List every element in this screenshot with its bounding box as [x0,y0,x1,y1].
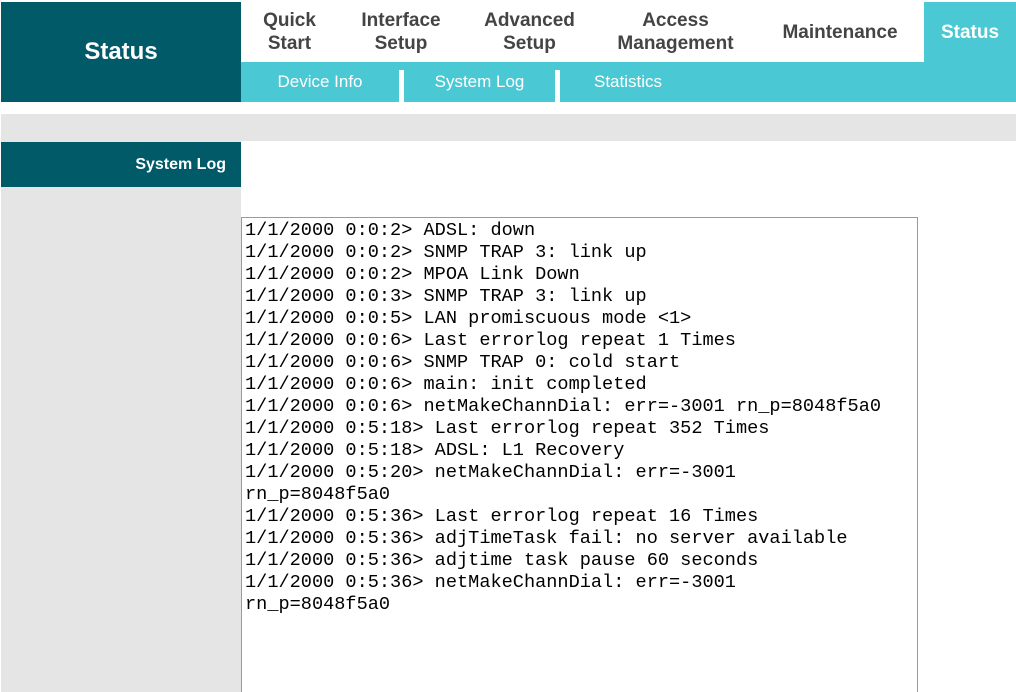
log-line: 1/1/2000 0:0:6> SNMP TRAP 0: cold start [245,352,681,373]
tab-label: Status [940,21,1000,43]
tab-maintenance[interactable]: Maintenance [756,2,924,62]
subtab-statistics[interactable]: Statistics [560,62,696,102]
section-title: Status [1,2,241,102]
log-line: 1/1/2000 0:5:18> ADSL: L1 Recovery [245,440,625,461]
log-line: 1/1/2000 0:0:6> main: init completed [245,374,647,395]
tab-quick-start[interactable]: Quick Start [241,2,338,62]
log-line: 1/1/2000 0:0:2> SNMP TRAP 3: link up [245,242,647,263]
subtab-device-info[interactable]: Device Info [241,62,399,102]
tab-label: Maintenance [782,21,898,43]
tab-status[interactable]: Status [924,2,1016,62]
tab-label: Start [267,33,312,54]
tab-access-management[interactable]: Access Management [595,2,756,62]
log-line: 1/1/2000 0:0:6> netMakeChannDial: err=-3… [245,396,882,417]
log-line: 1/1/2000 0:5:36> adjTimeTask fail: no se… [245,528,848,549]
tab-label: Interface [361,10,441,31]
tab-label: Access [642,10,709,31]
log-line: 1/1/2000 0:5:36> adjtime task pause 60 s… [245,550,759,571]
tab-label: Setup [503,33,556,54]
log-line: 1/1/2000 0:5:18> Last errorlog repeat 35… [245,418,770,439]
tab-label: Advanced [484,10,575,31]
separator-band [1,114,1016,141]
log-line: 1/1/2000 0:0:3> SNMP TRAP 3: link up [245,286,647,307]
log-line: 1/1/2000 0:5:20> netMakeChannDial: err=-… [245,462,736,483]
system-log-textarea[interactable]: 1/1/2000 0:0:2> ADSL: down 1/1/2000 0:0:… [241,217,918,692]
subtab-system-log[interactable]: System Log [404,62,555,102]
tab-label: Setup [374,33,428,54]
sidebar-section-label: System Log [1,142,241,187]
tab-label: Quick [263,10,316,31]
log-line: 1/1/2000 0:0:2> MPOA Link Down [245,264,580,285]
tab-label: Management [617,33,734,54]
sidebar [1,141,241,692]
log-line: 1/1/2000 0:0:6> Last errorlog repeat 1 T… [245,330,736,351]
log-line: 1/1/2000 0:0:2> ADSL: down [245,220,536,241]
tab-advanced-setup[interactable]: Advanced Setup [464,2,595,62]
tab-interface-setup[interactable]: Interface Setup [338,2,464,62]
log-line: 1/1/2000 0:0:5> LAN promiscuous mode <1> [245,308,692,329]
log-line: 1/1/2000 0:5:36> netMakeChannDial: err=-… [245,572,736,593]
log-line: 1/1/2000 0:5:36> Last errorlog repeat 16… [245,506,759,527]
log-line: rn_p=8048f5a0 [245,484,391,505]
log-line: rn_p=8048f5a0 [245,594,391,615]
